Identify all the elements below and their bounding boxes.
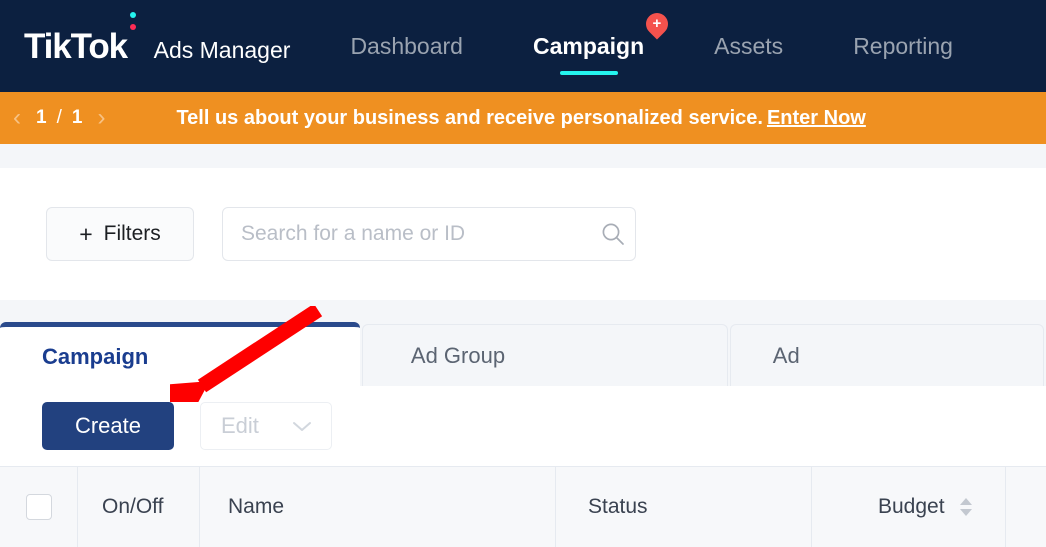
table-header-status-label: Status bbox=[588, 495, 648, 518]
tab-ad-label: Ad bbox=[772, 342, 800, 368]
nav-item-reporting[interactable]: Reporting bbox=[853, 32, 953, 59]
tab-ad-group[interactable]: Ad Group bbox=[361, 324, 728, 386]
nav-item-campaign[interactable]: Campaign + bbox=[532, 7, 673, 75]
nav-badge-plus-icon[interactable]: + bbox=[641, 7, 673, 40]
campaign-table-header: On/Off Name Status Budget bbox=[0, 466, 1046, 547]
edit-button-label: Edit bbox=[221, 413, 259, 438]
table-header-onoff-label: On/Off bbox=[102, 495, 164, 518]
table-header-name-label: Name bbox=[228, 495, 285, 518]
filter-toolbar: + Filters bbox=[0, 168, 1046, 300]
brand-name: TikTok bbox=[24, 26, 128, 66]
nav-label-reporting: Reporting bbox=[853, 32, 953, 59]
announcement-banner: ‹ 1 / 1 › Tell us about your business an… bbox=[0, 92, 1046, 144]
plus-icon: + bbox=[79, 220, 93, 247]
filters-button-label: Filters bbox=[103, 222, 161, 245]
nav-label-campaign: Campaign bbox=[532, 32, 645, 59]
banner-total-pages: 1 bbox=[71, 107, 83, 128]
table-header-budget[interactable]: Budget bbox=[812, 467, 1006, 547]
filters-button[interactable]: + Filters bbox=[46, 207, 194, 261]
table-header-status[interactable]: Status bbox=[556, 467, 812, 547]
nav-item-dashboard[interactable]: Dashboard bbox=[350, 32, 463, 59]
sort-icon[interactable] bbox=[957, 496, 975, 518]
banner-prev-icon[interactable]: ‹ bbox=[4, 106, 30, 130]
search-icon[interactable] bbox=[591, 221, 635, 247]
search-input[interactable] bbox=[239, 221, 591, 247]
brand-colon-icon: : bbox=[128, 11, 140, 64]
nav-label-assets: Assets bbox=[714, 32, 784, 59]
brand-logo[interactable]: TikTok : Ads Manager bbox=[24, 11, 291, 66]
table-header-select-all bbox=[0, 467, 78, 547]
banner-next-icon[interactable]: › bbox=[88, 106, 114, 130]
chevron-down-icon bbox=[291, 413, 313, 439]
banner-pagination: ‹ 1 / 1 › bbox=[4, 106, 114, 130]
edit-dropdown-button[interactable]: Edit bbox=[200, 402, 332, 450]
table-header-budget-label: Budget bbox=[878, 495, 945, 518]
tab-ad-group-label: Ad Group bbox=[410, 342, 506, 368]
top-navigation-bar: TikTok : Ads Manager Dashboard Campaign … bbox=[0, 0, 1046, 92]
action-toolbar: Create Edit bbox=[0, 386, 1046, 466]
main-nav: Dashboard Campaign + Assets Reporting bbox=[350, 0, 1022, 92]
tab-ad[interactable]: Ad bbox=[729, 324, 1044, 386]
select-all-checkbox[interactable] bbox=[25, 494, 52, 520]
table-header-onoff[interactable]: On/Off bbox=[78, 467, 200, 547]
tiktok-ads-manager-page: TikTok : Ads Manager Dashboard Campaign … bbox=[0, 0, 1046, 547]
entity-tabs: Campaign Ad Group Ad bbox=[0, 322, 1046, 386]
nav-label-dashboard: Dashboard bbox=[350, 32, 463, 59]
table-header-spacer bbox=[1006, 467, 1046, 547]
tab-campaign[interactable]: Campaign bbox=[0, 322, 360, 386]
banner-current-page: 1 bbox=[36, 107, 47, 128]
nav-active-underline bbox=[559, 70, 618, 75]
banner-page-separator: / bbox=[56, 107, 62, 128]
banner-message: Tell us about your business and receive … bbox=[176, 106, 763, 129]
search-box[interactable] bbox=[222, 207, 636, 261]
tab-campaign-label: Campaign bbox=[42, 343, 149, 369]
banner-message-wrap: Tell us about your business and receive … bbox=[176, 107, 865, 130]
brand-product-name: Ads Manager bbox=[153, 36, 291, 63]
banner-enter-now-link[interactable]: Enter Now bbox=[767, 107, 866, 129]
table-header-name[interactable]: Name bbox=[200, 467, 556, 547]
nav-item-assets[interactable]: Assets bbox=[714, 32, 784, 59]
create-button[interactable]: Create bbox=[42, 402, 174, 450]
